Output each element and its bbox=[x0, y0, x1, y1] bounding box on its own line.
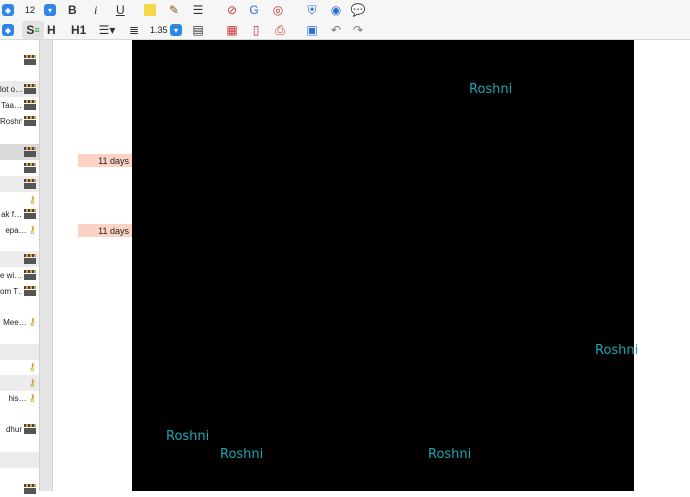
list-item[interactable]: Roshni bbox=[0, 113, 39, 129]
list-item[interactable]: ⚷ bbox=[0, 359, 39, 375]
pdf-icon[interactable]: ⎙ bbox=[272, 21, 288, 39]
clapper-icon bbox=[24, 55, 36, 65]
translate-icon[interactable]: G bbox=[246, 1, 262, 19]
key-icon: ⚷ bbox=[28, 377, 36, 389]
toolbar-row-1: ◆ 12 ▾ B i U ✎ ☰ ⊘ G ◎ ⛨ ◉ 💬 bbox=[0, 0, 690, 20]
list-icon[interactable]: ☰ bbox=[190, 1, 206, 19]
phone-icon[interactable]: ▯ bbox=[248, 21, 264, 39]
key-icon: ⚷ bbox=[28, 224, 36, 236]
clapper-icon bbox=[24, 100, 36, 110]
align-icon[interactable]: ☰▾ bbox=[99, 21, 116, 39]
due-badge: 11 days bbox=[78, 154, 132, 167]
no-link-icon[interactable]: ⊘ bbox=[224, 1, 240, 19]
list-item bbox=[0, 452, 39, 468]
italic-button[interactable]: i bbox=[94, 1, 97, 19]
underline-button[interactable]: U bbox=[116, 1, 125, 19]
video-player[interactable]: Roshni Roshni Roshni Roshni Roshni bbox=[132, 40, 638, 491]
toolbar: ◆ 12 ▾ B i U ✎ ☰ ⊘ G ◎ ⛨ ◉ 💬 ◆ S ≡ H H1 ☰… bbox=[0, 0, 690, 40]
list-item[interactable]: om T… bbox=[0, 283, 39, 299]
list-item[interactable]: ⚷ bbox=[0, 375, 39, 391]
list-item[interactable]: e wi… bbox=[0, 267, 39, 283]
bold-button[interactable]: B bbox=[68, 1, 77, 19]
line-spacing-dropdown[interactable]: ▾ bbox=[170, 21, 182, 39]
clapper-icon bbox=[24, 147, 36, 157]
clapper-icon bbox=[24, 286, 36, 296]
stepper-icon[interactable]: ◆ bbox=[2, 1, 14, 19]
list-item[interactable]: lot o… bbox=[0, 81, 39, 97]
shield-icon[interactable]: ⛨ bbox=[304, 1, 320, 19]
summary-icon[interactable]: S ≡ bbox=[22, 21, 44, 39]
key-icon: ⚷ bbox=[28, 392, 36, 404]
heading-1-button[interactable]: H1 bbox=[71, 21, 86, 39]
caption: Roshni bbox=[428, 447, 472, 462]
line-spacing-value[interactable]: 1.35 bbox=[150, 21, 168, 39]
list-item[interactable]: his… ⚷ bbox=[0, 390, 39, 406]
marker-icon[interactable]: ✎ bbox=[166, 1, 182, 19]
clapper-icon bbox=[24, 254, 36, 264]
clapper-icon bbox=[24, 270, 36, 280]
chat-icon[interactable]: 💬 bbox=[350, 1, 366, 19]
list-item[interactable] bbox=[0, 144, 39, 160]
clapper-icon bbox=[24, 84, 36, 94]
clapper-icon bbox=[24, 163, 36, 173]
spellcheck-icon[interactable]: ◎ bbox=[270, 1, 286, 19]
list-item[interactable] bbox=[0, 160, 39, 176]
list-item[interactable] bbox=[0, 52, 39, 68]
clapper-icon bbox=[24, 484, 36, 494]
caption: Roshni bbox=[469, 82, 513, 97]
key-icon: ⚷ bbox=[28, 194, 36, 206]
undo-icon[interactable]: ↶ bbox=[328, 21, 344, 39]
clapper-icon bbox=[24, 209, 36, 219]
font-size-value[interactable]: 12 bbox=[25, 1, 35, 19]
list-item[interactable]: dhur bbox=[0, 421, 39, 437]
list-item[interactable]: epa… ⚷ bbox=[0, 222, 39, 238]
list-item[interactable] bbox=[0, 176, 39, 192]
list-item[interactable]: Mee… ⚷ bbox=[0, 314, 39, 330]
document-icon[interactable]: ▣ bbox=[304, 21, 320, 39]
stepper-icon-2[interactable]: ◆ bbox=[2, 21, 14, 39]
redo-icon[interactable]: ↷ bbox=[350, 21, 366, 39]
list-item[interactable] bbox=[0, 481, 39, 497]
list-item[interactable] bbox=[0, 251, 39, 267]
caption: Roshni bbox=[220, 447, 264, 462]
clapper-icon bbox=[24, 179, 36, 189]
toolbar-row-2: ◆ S ≡ H H1 ☰▾ ≣ 1.35 ▾ ▤ ▦ ▯ ⎙ ▣ ↶ ↷ bbox=[0, 20, 690, 40]
caption: Roshni bbox=[166, 429, 210, 444]
list-item bbox=[0, 344, 39, 360]
format-icon[interactable]: ▤ bbox=[190, 21, 206, 39]
location-icon[interactable]: ◉ bbox=[328, 1, 344, 19]
key-icon: ⚷ bbox=[28, 361, 36, 373]
key-icon: ⚷ bbox=[28, 316, 36, 328]
list-item[interactable]: ak f… bbox=[0, 206, 39, 222]
caption: Roshni bbox=[595, 343, 639, 358]
list-item[interactable]: Taa… bbox=[0, 97, 39, 113]
due-badge: 11 days bbox=[78, 224, 132, 237]
clapper-icon bbox=[24, 424, 36, 434]
export-icon[interactable]: ▦ bbox=[224, 21, 240, 39]
indent-icon[interactable]: ≣ bbox=[126, 21, 142, 39]
list-scrollbar[interactable] bbox=[39, 40, 53, 491]
font-size-dropdown[interactable]: ▾ bbox=[44, 1, 56, 19]
clapper-icon bbox=[24, 116, 36, 126]
heading-button[interactable]: H bbox=[47, 21, 56, 39]
sticky-note-icon[interactable] bbox=[144, 1, 156, 19]
